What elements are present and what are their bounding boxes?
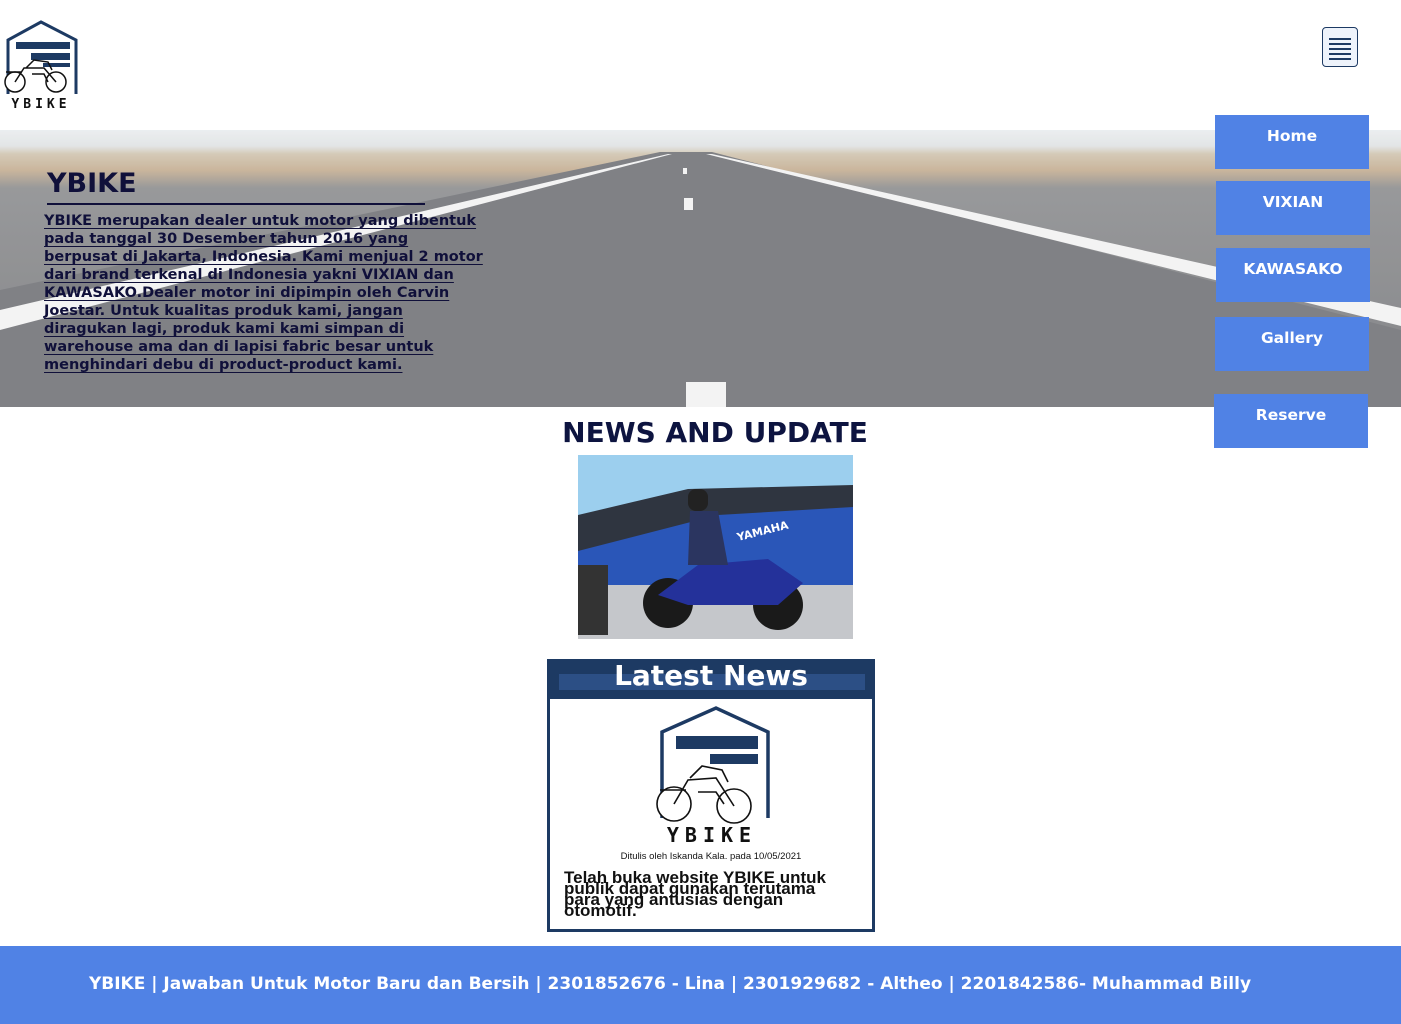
card-header: Latest News <box>550 659 872 699</box>
nav-kawasako-button[interactable]: KAWASAKO <box>1216 248 1370 302</box>
news-heading: NEWS AND UPDATE <box>562 416 868 449</box>
garage-motorbike-logo: YBIKE <box>4 20 78 112</box>
hero-title: YBIKE <box>47 168 137 199</box>
nav-reserve-button[interactable]: Reserve <box>1214 394 1368 448</box>
news-byline: Ditulis oleh Iskanda Kala. pada 10/05/20… <box>620 851 802 862</box>
hero-banner: YBIKE YBIKE merupakan dealer untuk motor… <box>0 130 1401 407</box>
svg-text:YBIKE: YBIKE <box>667 823 757 846</box>
footer-text: YBIKE | Jawaban Untuk Motor Baru dan Ber… <box>88 974 1252 994</box>
site-logo[interactable]: YBIKE <box>0 16 82 112</box>
hero-divider <box>47 203 425 205</box>
menu-button[interactable] <box>1322 27 1358 67</box>
nav-home-button[interactable]: Home <box>1215 115 1369 169</box>
svg-text:YBIKE: YBIKE <box>11 97 70 112</box>
footer: YBIKE | Jawaban Untuk Motor Baru dan Ber… <box>0 946 1401 1024</box>
latest-news-card[interactable]: Latest News YBIKE Ditulis oleh Iskanda K… <box>547 659 875 932</box>
garage-motorbike-logo: YBIKE <box>656 706 770 847</box>
news-text: Telah buka website YBIKE untuk publik da… <box>564 868 826 920</box>
news-photo[interactable]: YAMAHA <box>578 455 853 639</box>
hero-description: YBIKE merupakan dealer untuk motor yang … <box>44 213 483 373</box>
nav-vixian-button[interactable]: VIXIAN <box>1216 181 1370 235</box>
card-title: Latest News <box>614 659 808 692</box>
card-logo: YBIKE <box>650 706 774 847</box>
nav-gallery-button[interactable]: Gallery <box>1215 317 1369 371</box>
motorbike-rider-photo: YAMAHA <box>578 455 853 639</box>
